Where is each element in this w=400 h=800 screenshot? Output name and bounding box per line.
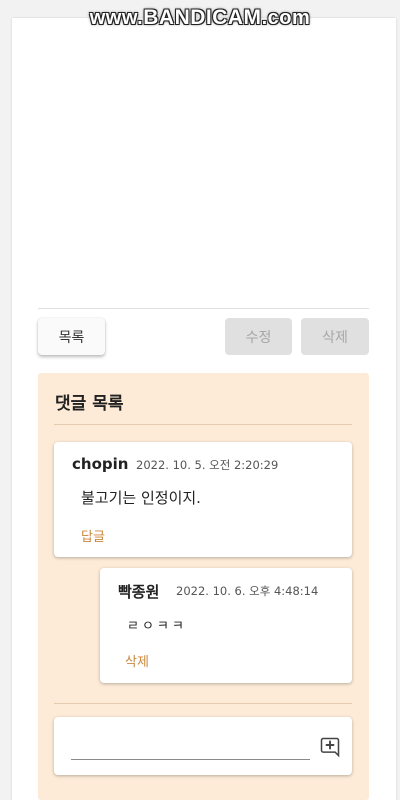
add-comment-button[interactable] <box>318 735 342 759</box>
comment-panel: 댓글 목록 chopin 2022. 10. 5. 오전 2:20:29 불고기… <box>38 373 369 800</box>
comment-input-card <box>54 717 352 775</box>
comment-input[interactable] <box>71 734 310 760</box>
watermark-suffix: .com <box>261 7 311 29</box>
reply-delete-link[interactable]: 삭제 <box>125 651 149 670</box>
delete-button[interactable]: 삭제 <box>301 318 369 355</box>
reply-author: 빡종원 <box>118 583 160 601</box>
reply-timestamp: 2022. 10. 6. 오후 4:48:14 <box>176 584 319 598</box>
content-divider <box>38 308 369 309</box>
watermark-prefix: www. <box>89 7 144 29</box>
post-page: 목록 수정 삭제 댓글 목록 chopin 2022. 10. 5. 오전 2:… <box>12 18 396 800</box>
reply-link[interactable]: 답글 <box>81 526 105 545</box>
comment-input-divider <box>54 703 352 704</box>
reply-content: ㄹㅇㅋㅋ <box>127 619 187 634</box>
add-comment-icon <box>320 737 340 758</box>
comment-card: chopin 2022. 10. 5. 오전 2:20:29 불고기는 인정이지… <box>54 442 352 557</box>
comment-panel-divider <box>54 424 352 425</box>
comment-timestamp: 2022. 10. 5. 오전 2:20:29 <box>136 458 279 472</box>
comment-content: 불고기는 인정이지. <box>81 489 201 507</box>
reply-card: 빡종원 2022. 10. 6. 오후 4:48:14 ㄹㅇㅋㅋ 삭제 <box>100 568 352 683</box>
list-button[interactable]: 목록 <box>38 318 105 355</box>
edit-button[interactable]: 수정 <box>225 318 292 355</box>
bandicam-watermark: www.BANDICAM.com <box>0 6 400 30</box>
comment-author: chopin <box>72 455 129 473</box>
watermark-brand: BANDICAM <box>143 6 262 29</box>
comment-list-title: 댓글 목록 <box>55 394 124 414</box>
